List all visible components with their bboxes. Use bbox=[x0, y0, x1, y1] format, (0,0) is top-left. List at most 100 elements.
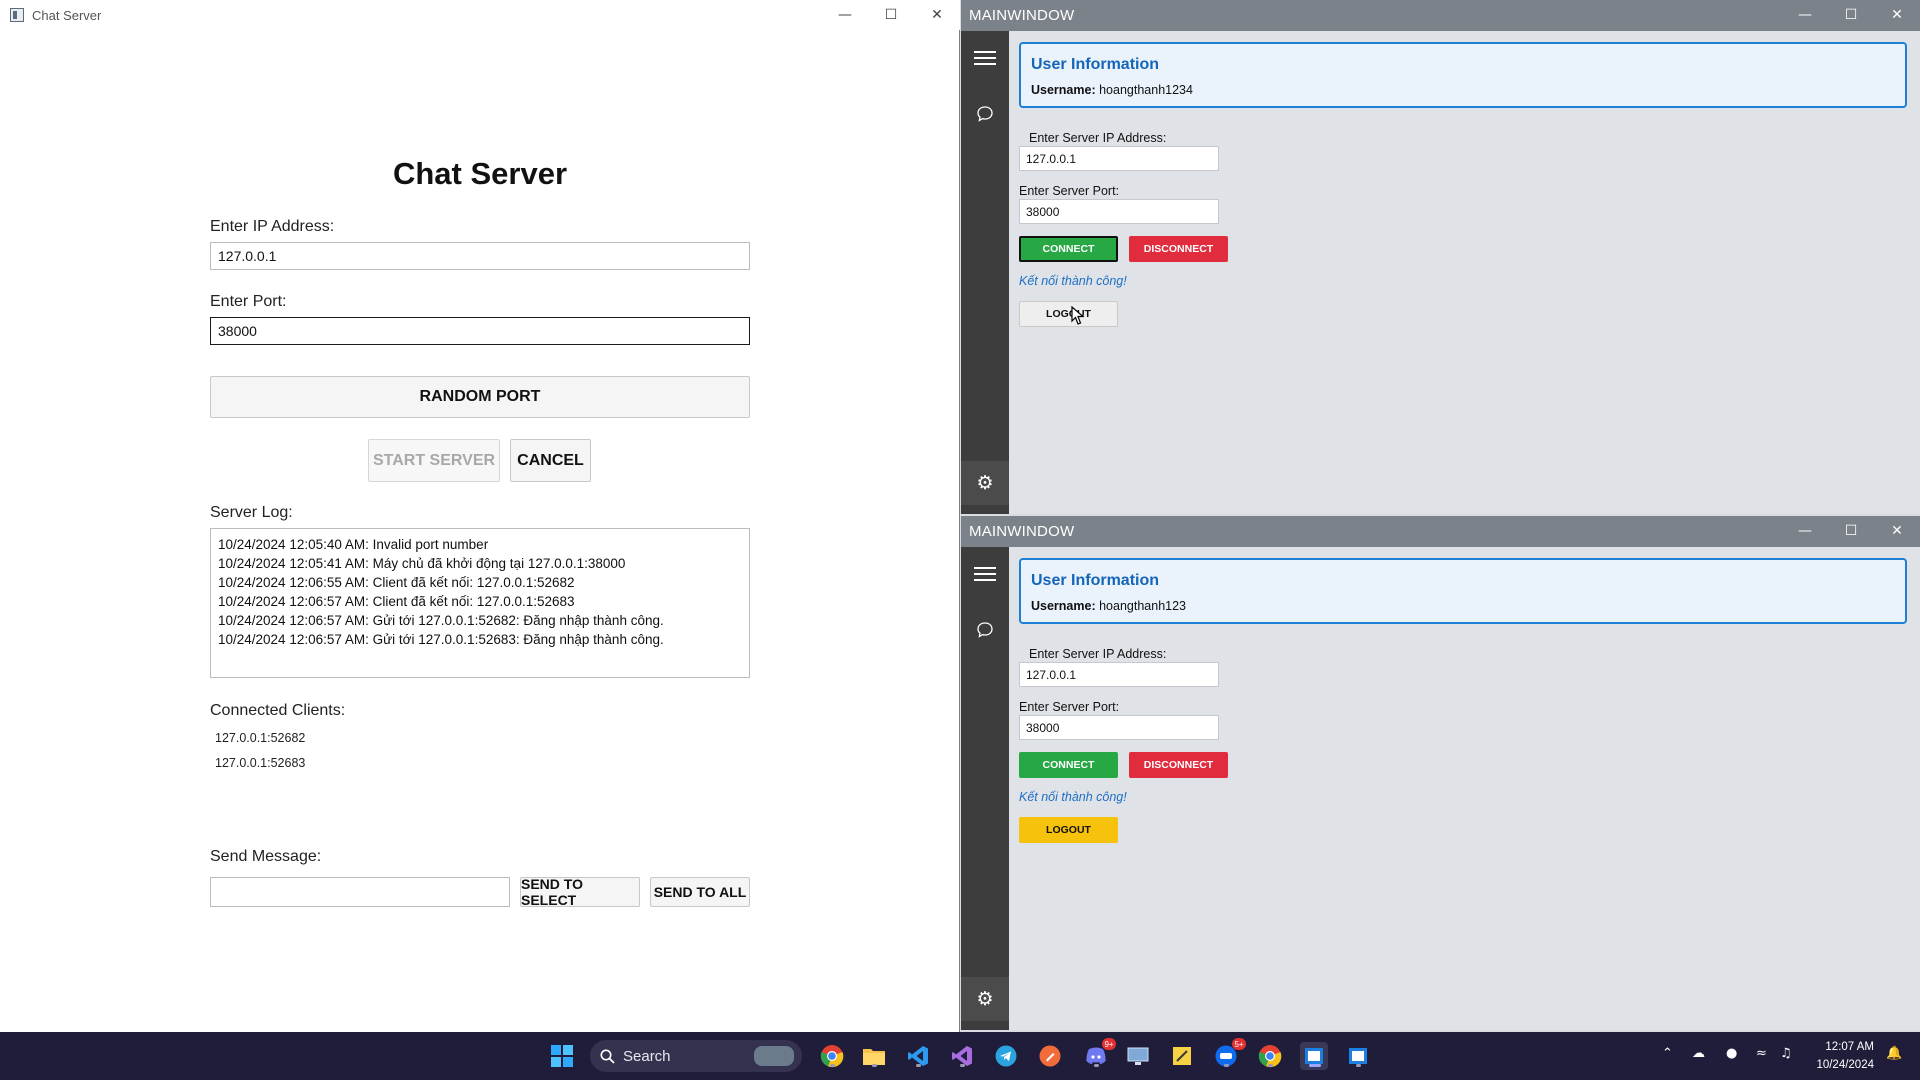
random-port-button[interactable]: RANDOM PORT bbox=[210, 376, 750, 418]
taskbar: Search 9+ 5+ ⌃ ☁ ● ≈ ♫ 12:07 AM 10/24/20… bbox=[0, 1032, 1920, 1080]
settings-button[interactable]: ⚙ bbox=[961, 461, 1009, 505]
minimize-button[interactable]: — bbox=[1782, 516, 1828, 546]
log-line: 10/24/2024 12:05:41 AM: Máy chủ đã khởi … bbox=[218, 556, 626, 571]
mouse-cursor-icon bbox=[1071, 306, 1085, 325]
client-window-2: MAINWINDOW — ☐ ✕ ⚙ User Information User… bbox=[961, 516, 1920, 1030]
vscode-icon[interactable] bbox=[904, 1042, 932, 1070]
connected-clients-label: Connected Clients: bbox=[210, 702, 346, 719]
server-ip-input[interactable]: 127.0.0.1 bbox=[1019, 146, 1219, 171]
discord-badge: 9+ bbox=[1102, 1038, 1116, 1050]
list-item[interactable]: 127.0.0.1:52683 bbox=[215, 756, 305, 770]
zalo-icon[interactable]: 5+ bbox=[1212, 1038, 1246, 1070]
wifi-icon[interactable]: ≈ bbox=[1756, 1046, 1767, 1061]
sticky-notes-icon[interactable] bbox=[1168, 1042, 1196, 1070]
windows-start-icon[interactable] bbox=[548, 1042, 576, 1070]
clock-date: 10/24/2024 bbox=[1816, 1059, 1874, 1071]
notification-bell-icon[interactable]: 🔔 bbox=[1886, 1046, 1902, 1061]
server-ip-label: Enter Server IP Address: bbox=[1029, 647, 1167, 661]
chrome-icon[interactable] bbox=[818, 1042, 846, 1070]
username-value: hoangthanh1234 bbox=[1099, 83, 1193, 97]
ip-input[interactable]: 127.0.0.1 bbox=[210, 242, 750, 270]
maximize-button[interactable]: ☐ bbox=[1828, 516, 1874, 546]
maximize-button[interactable]: ☐ bbox=[868, 0, 914, 30]
user-info-card: User Information Username: hoangthanh123… bbox=[1019, 42, 1907, 108]
minimize-button[interactable]: — bbox=[1782, 0, 1828, 30]
onedrive-icon[interactable]: ☁ bbox=[1692, 1046, 1705, 1061]
connect-button[interactable]: CONNECT bbox=[1019, 752, 1118, 778]
server-port-label: Enter Server Port: bbox=[1019, 184, 1120, 198]
taskbar-search[interactable]: Search bbox=[590, 1040, 802, 1072]
username-label: Username: bbox=[1031, 599, 1096, 613]
client-titlebar: MAINWINDOW — ☐ ✕ bbox=[961, 516, 1920, 547]
gear-icon: ⚙ bbox=[976, 988, 994, 1010]
chat-icon[interactable] bbox=[961, 613, 1009, 647]
window-title: Chat Server bbox=[32, 7, 102, 23]
user-info-title: User Information bbox=[1031, 56, 1160, 73]
server-port-input[interactable]: 38000 bbox=[1019, 715, 1219, 740]
send-to-all-button[interactable]: SEND TO ALL bbox=[650, 877, 750, 907]
ip-label: Enter IP Address: bbox=[210, 218, 335, 235]
server-ip-input[interactable]: 127.0.0.1 bbox=[1019, 662, 1219, 687]
chat-icon[interactable] bbox=[961, 97, 1009, 131]
port-input[interactable]: 38000 bbox=[210, 317, 750, 345]
server-log-label: Server Log: bbox=[210, 504, 293, 521]
connection-status: Kết nối thành công! bbox=[1019, 274, 1127, 288]
file-explorer-icon[interactable] bbox=[860, 1042, 888, 1070]
window-title: MAINWINDOW bbox=[969, 7, 1075, 24]
settings-button[interactable]: ⚙ bbox=[961, 977, 1009, 1021]
window-title: MAINWINDOW bbox=[969, 523, 1075, 540]
close-button[interactable]: ✕ bbox=[914, 0, 960, 30]
remote-desktop-icon[interactable] bbox=[1124, 1042, 1152, 1070]
close-button[interactable]: ✕ bbox=[1874, 516, 1920, 546]
app-window-icon bbox=[10, 8, 24, 22]
connect-button[interactable]: CONNECT bbox=[1019, 236, 1118, 262]
postman-icon[interactable] bbox=[1036, 1042, 1064, 1070]
logout-button[interactable]: LOGOUT bbox=[1019, 817, 1118, 843]
port-label: Enter Port: bbox=[210, 293, 287, 310]
username-value: hoangthanh123 bbox=[1099, 599, 1187, 613]
user-info-card: User Information Username: hoangthanh123 bbox=[1019, 558, 1907, 624]
logout-button[interactable]: LOGOUT bbox=[1019, 301, 1118, 327]
username-line: Username: hoangthanh1234 bbox=[1031, 83, 1193, 97]
server-log[interactable]: 10/24/2024 12:05:40 AM: Invalid port num… bbox=[210, 528, 750, 678]
sidebar: ⚙ bbox=[961, 547, 1009, 1030]
hamburger-menu-icon[interactable] bbox=[961, 557, 1009, 591]
log-line: 10/24/2024 12:05:40 AM: Invalid port num… bbox=[218, 537, 489, 552]
client-titlebar: MAINWINDOW — ☐ ✕ bbox=[961, 0, 1920, 31]
disconnect-button[interactable]: DISCONNECT bbox=[1129, 752, 1228, 778]
chevron-up-icon[interactable]: ⌃ bbox=[1662, 1046, 1673, 1061]
close-button[interactable]: ✕ bbox=[1874, 0, 1920, 30]
maximize-button[interactable]: ☐ bbox=[1828, 0, 1874, 30]
search-label: Search bbox=[623, 1047, 671, 1065]
log-line: 10/24/2024 12:06:57 AM: Gửi tới 127.0.0.… bbox=[218, 632, 664, 647]
user-info-title: User Information bbox=[1031, 572, 1160, 589]
message-input[interactable] bbox=[210, 877, 510, 907]
chrome-profile-icon[interactable] bbox=[1256, 1042, 1284, 1070]
send-to-select-button[interactable]: SEND TO SELECT bbox=[520, 876, 640, 908]
hamburger-menu-icon[interactable] bbox=[961, 41, 1009, 75]
server-titlebar: Chat Server — ☐ ✕ bbox=[0, 0, 960, 30]
telegram-icon[interactable] bbox=[992, 1042, 1020, 1070]
microphone-icon[interactable]: ● bbox=[1726, 1046, 1737, 1061]
log-line: 10/24/2024 12:06:57 AM: Client đã kết nố… bbox=[218, 594, 575, 609]
volume-icon[interactable]: ♫ bbox=[1780, 1046, 1792, 1061]
server-window: Chat Server — ☐ ✕ Chat Server Enter IP A… bbox=[0, 0, 960, 1032]
start-server-button[interactable]: START SERVER bbox=[368, 439, 500, 482]
minimize-button[interactable]: — bbox=[822, 0, 868, 30]
app-window-icon[interactable] bbox=[1300, 1042, 1328, 1070]
server-ip-label: Enter Server IP Address: bbox=[1029, 131, 1167, 145]
zalo-badge: 5+ bbox=[1232, 1038, 1246, 1050]
cancel-button[interactable]: CANCEL bbox=[510, 439, 591, 482]
sidebar: ⚙ bbox=[961, 31, 1009, 514]
list-item[interactable]: 127.0.0.1:52682 bbox=[215, 731, 305, 745]
taskbar-clock[interactable]: 12:07 AM 10/24/2024 bbox=[1816, 1038, 1874, 1074]
page-title: Chat Server bbox=[392, 156, 568, 191]
disconnect-button[interactable]: DISCONNECT bbox=[1129, 236, 1228, 262]
username-label: Username: bbox=[1031, 83, 1096, 97]
server-port-input[interactable]: 38000 bbox=[1019, 199, 1219, 224]
server-port-label: Enter Server Port: bbox=[1019, 700, 1120, 714]
app-window-icon[interactable] bbox=[1344, 1042, 1372, 1070]
search-icon bbox=[600, 1049, 615, 1064]
discord-icon[interactable]: 9+ bbox=[1082, 1038, 1116, 1070]
visual-studio-icon[interactable] bbox=[948, 1042, 976, 1070]
